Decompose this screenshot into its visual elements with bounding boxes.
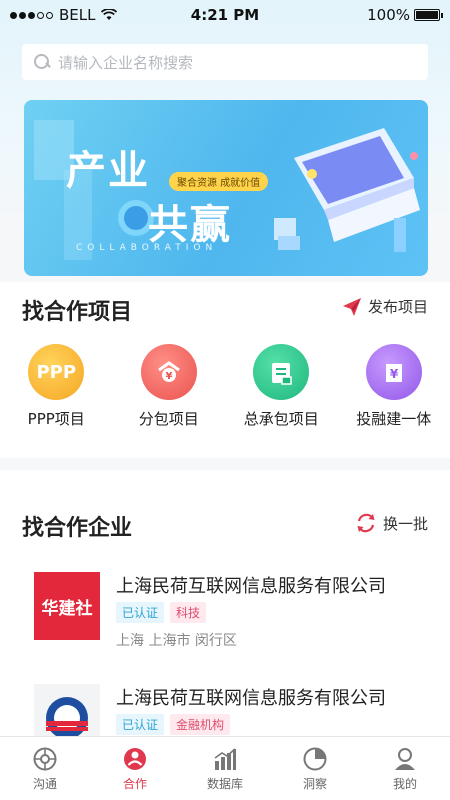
banner-tagline: 聚合资源 成就价值 [169, 172, 269, 191]
tab-label: 我的 [392, 776, 417, 791]
status-left: BELL [10, 6, 118, 24]
database-icon [214, 747, 236, 770]
company-location: 上海 上海市 闵行区 [116, 633, 237, 649]
battery-percent: 100% [367, 6, 410, 24]
company-tags: 已认证 金融机构 [116, 714, 231, 735]
company-tags: 已认证 科技 [116, 602, 207, 623]
publish-label: 发布项目 [367, 298, 428, 316]
tab-label: 合作 [122, 776, 147, 791]
tab-database[interactable]: 数据库 [180, 737, 270, 800]
general-contract-icon [253, 344, 310, 400]
refresh-button[interactable]: 换一批 [355, 512, 428, 534]
category-label: 投融建一体 [356, 410, 432, 428]
category-label: 分包项目 [138, 410, 199, 428]
battery-icon [414, 9, 443, 21]
laptop-illustration [274, 128, 420, 252]
subcontract-icon: ¥ [140, 344, 197, 400]
category-label: PPP项目 [27, 410, 85, 428]
tab-label: 数据库 [206, 776, 243, 791]
profile-icon [395, 747, 415, 770]
projects-section: 找合作项目 发布项目 PPP PPP项目 ¥ 分包项目 总承包项目 ¥ 投融建一… [0, 282, 450, 458]
invest-build-icon: ¥ [365, 344, 422, 400]
ppp-icon: PPP [28, 344, 85, 400]
tab-profile[interactable]: 我的 [360, 737, 450, 800]
certified-badge: 已认证 [116, 602, 165, 623]
banner-title-line2: 共赢 [148, 202, 232, 248]
category-subcontract[interactable]: ¥ 分包项目 [113, 344, 226, 429]
tab-cooperate[interactable]: 合作 [90, 737, 180, 800]
search-icon [34, 54, 50, 70]
publish-project-button[interactable]: 发布项目 [342, 296, 428, 317]
status-right: 100% [367, 6, 443, 24]
tab-insight[interactable]: 洞察 [270, 737, 360, 800]
signal-icon [10, 11, 53, 19]
tab-chat[interactable]: 沟通 [0, 737, 90, 800]
industry-badge: 科技 [170, 602, 207, 623]
wifi-icon [101, 9, 118, 20]
svg-text:¥: ¥ [390, 367, 399, 381]
certified-badge: 已认证 [116, 714, 165, 735]
tab-bar: 沟通 合作 数据库 洞察 我的 [0, 736, 450, 800]
status-bar: BELL 4:21 PM 100% [0, 0, 450, 30]
company-logo: 华建社 [34, 572, 100, 640]
carrier-name: BELL [59, 6, 96, 24]
chat-icon [33, 747, 57, 770]
cooperate-icon [124, 747, 146, 770]
promo-banner[interactable]: 产业 聚合资源 成就价值 共赢 COLLABORATION [24, 100, 428, 276]
svg-text:¥: ¥ [165, 371, 172, 382]
tab-label: 沟通 [32, 776, 57, 791]
company-name: 上海民荷互联网信息服务有限公司 [116, 576, 386, 597]
companies-section: 找合作企业 换一批 华建社 上海民荷互联网信息服务有限公司 已认证 科技 上海 … [0, 470, 450, 752]
search-input[interactable]: 请输入企业名称搜索 [22, 44, 428, 80]
insight-icon [303, 747, 327, 770]
category-general-contract[interactable]: 总承包项目 [225, 344, 338, 429]
tab-label: 洞察 [302, 776, 327, 791]
category-ppp[interactable]: PPP PPP项目 [0, 344, 113, 429]
paper-plane-icon [342, 297, 361, 316]
banner-title-line1: 产业 [66, 148, 150, 194]
category-invest-build[interactable]: ¥ 投融建一体 [338, 344, 450, 429]
banner-subtitle: COLLABORATION [76, 243, 218, 253]
project-categories: PPP PPP项目 ¥ 分包项目 总承包项目 ¥ 投融建一体 [0, 344, 450, 429]
search-placeholder: 请输入企业名称搜索 [58, 53, 194, 72]
company-item[interactable]: 华建社 上海民荷互联网信息服务有限公司 已认证 科技 上海 上海市 闵行区 [34, 572, 426, 649]
industry-badge: 金融机构 [170, 714, 231, 735]
refresh-icon [357, 513, 375, 533]
projects-title: 找合作项目 [22, 300, 133, 325]
companies-title: 找合作企业 [22, 516, 133, 541]
refresh-label: 换一批 [382, 514, 428, 533]
company-name: 上海民荷互联网信息服务有限公司 [116, 688, 386, 709]
category-label: 总承包项目 [243, 410, 319, 428]
